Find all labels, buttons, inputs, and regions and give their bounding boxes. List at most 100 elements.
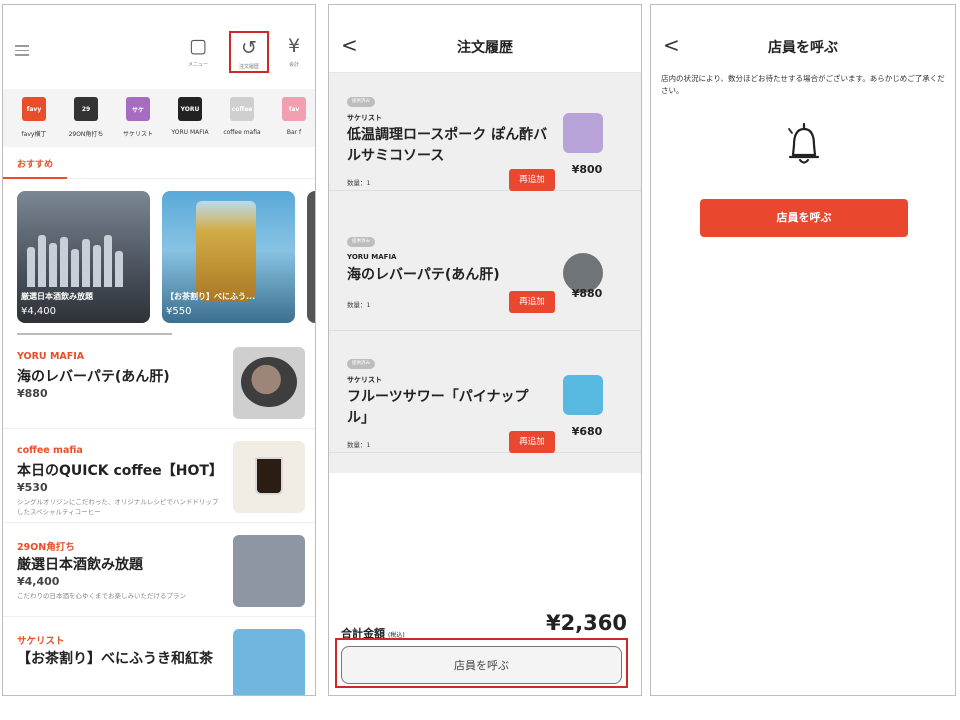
call-staff-highlight: 店員を呼ぶ xyxy=(335,638,628,688)
list-item[interactable]: 29ON角打ち 厳選日本酒飲み放題 ¥4,400 こだわりの日本酒を心ゆくまでお… xyxy=(3,523,315,617)
hamburger-icon[interactable] xyxy=(15,45,29,56)
call-staff-screen: < 店員を呼ぶ 店内の状況により、数分ほどお待たせする場合がございます。あらかじ… xyxy=(650,4,956,696)
shop-tab-label: coffee mafia xyxy=(223,129,261,136)
order-history-nav-label: 注文履歴 xyxy=(238,64,259,70)
shop-tab[interactable]: favy favy横丁 xyxy=(5,97,63,138)
order-item-name: 低温調理ロースポーク ぽん酢バルサミコソース xyxy=(347,127,548,164)
item-description: シングルオリジンにこだわった、オリジナルレシピでハンドドリップしたスペシャルティ… xyxy=(17,498,219,516)
order-shop-name: サケリスト xyxy=(347,114,382,122)
shop-selector: favy favy横丁 29 29ON角打ち サケ サケリスト YORU YORU MAFIA… xyxy=(3,89,315,147)
re-add-button[interactable]: 再追加 xyxy=(509,291,555,313)
order-quantity: 数量：1 xyxy=(347,441,371,449)
carousel-card-partial[interactable] xyxy=(307,191,315,323)
order-item-name: 海のレバーパテ(あん肝) xyxy=(347,267,500,283)
shop-tab[interactable]: coffee coffee mafia xyxy=(213,97,271,136)
menu-nav-label: メニュー xyxy=(187,62,208,68)
shop-tab[interactable]: YORU YORU MAFIA xyxy=(161,97,219,136)
item-shop-name: サケリスト xyxy=(17,636,65,647)
order-price: ¥680 xyxy=(571,425,603,438)
order-row: 提供済み YORU MAFIA 海のレバーパテ(あん肝) 数量：1 再追加 ¥8… xyxy=(329,213,641,331)
order-history-screen: < 注文履歴 提供済み サケリスト 低温調理ロースポーク ぽん酢バルサミコソース… xyxy=(328,4,642,696)
featured-carousel[interactable]: 厳選日本酒飲み放題 ¥4,400 【お茶割り】べにふう... ¥550 xyxy=(3,191,315,335)
list-item[interactable]: サケリスト 【お茶割り】べにふうき和紅茶 xyxy=(3,617,315,695)
product-list: YORU MAFIA 海のレバーパテ(あん肝) ¥880 coffee mafi… xyxy=(3,335,315,695)
item-name: 本日のQUICK coffee【HOT】 xyxy=(17,463,223,479)
carousel-card[interactable]: 【お茶割り】べにふう... ¥550 xyxy=(162,191,295,323)
order-history-nav-button[interactable]: ↺ 注文履歴 xyxy=(229,31,269,73)
yen-icon: ¥ xyxy=(287,35,301,57)
order-row: 提供済み サケリスト 低温調理ロースポーク ぽん酢バルサミコソース 数量：1 再… xyxy=(329,73,641,191)
order-row: 提供済み サケリスト フルーツサワー「パイナップル」 数量：1 再追加 ¥680 xyxy=(329,335,641,453)
re-add-button[interactable]: 再追加 xyxy=(509,169,555,191)
order-price: ¥800 xyxy=(571,163,603,176)
top-header: ▢ メニュー ↺ 注文履歴 ¥ 会計 xyxy=(3,5,315,73)
order-thumbnail xyxy=(563,113,603,153)
shop-logo: coffee xyxy=(230,97,254,121)
status-badge: 提供済み xyxy=(347,237,375,247)
wait-notice: 店内の状況により、数分ほどお待たせする場合がございます。あらかじめご了承ください… xyxy=(661,74,945,95)
order-list: 提供済み サケリスト 低温調理ロースポーク ぽん酢バルサミコソース 数量：1 再… xyxy=(329,73,641,473)
carousel-card-title: 厳選日本酒飲み放題 xyxy=(21,292,93,301)
item-price: ¥4,400 xyxy=(17,575,60,588)
item-thumbnail xyxy=(233,441,305,513)
list-item[interactable]: coffee mafia 本日のQUICK coffee【HOT】 ¥530 シ… xyxy=(3,429,315,523)
total-value: ¥2,360 xyxy=(545,611,627,635)
shop-tab-label: favy横丁 xyxy=(21,131,47,138)
shop-tab[interactable]: サケ サケリスト xyxy=(109,97,167,138)
page-title: 店員を呼ぶ xyxy=(768,40,838,56)
call-staff-confirm-button[interactable]: 店員を呼ぶ xyxy=(700,199,908,237)
shop-logo: fav xyxy=(282,97,306,121)
shop-tab[interactable]: fav Bar f xyxy=(265,97,315,136)
order-thumbnail xyxy=(563,375,603,415)
re-add-button[interactable]: 再追加 xyxy=(509,431,555,453)
item-shop-name: 29ON角打ち xyxy=(17,542,75,553)
status-badge: 提供済み xyxy=(347,97,375,107)
tab-recommended[interactable]: おすすめ xyxy=(3,147,315,179)
item-shop-name: coffee mafia xyxy=(17,445,83,456)
tab-underline xyxy=(3,177,67,179)
bill-nav-label: 会計 xyxy=(288,62,299,68)
shop-tab-label: 29ON角打ち xyxy=(68,131,104,138)
item-thumbnail xyxy=(233,535,305,607)
status-badge: 提供済み xyxy=(347,359,375,369)
call-staff-button[interactable]: 店員を呼ぶ xyxy=(341,646,622,684)
shop-logo: YORU xyxy=(178,97,202,121)
shop-logo: 29 xyxy=(74,97,98,121)
menu-screen: ▢ メニュー ↺ 注文履歴 ¥ 会計 favy favy横丁 29 29ON角打ち サケ… xyxy=(2,4,316,696)
carousel-card[interactable]: 厳選日本酒飲み放題 ¥4,400 xyxy=(17,191,150,323)
carousel-card-price: ¥550 xyxy=(166,306,192,317)
total-amount: 合計金額 (税込) ¥2,360 xyxy=(329,611,641,641)
bell-icon xyxy=(788,122,820,164)
item-description: こだわりの日本酒を心ゆくまでお楽しみいただけるプラン xyxy=(17,592,186,600)
shop-tab-label: サケリスト xyxy=(122,131,153,138)
menu-nav-button[interactable]: ▢ メニュー xyxy=(178,31,218,73)
list-item[interactable]: YORU MAFIA 海のレバーパテ(あん肝) ¥880 xyxy=(3,335,315,429)
item-price: ¥880 xyxy=(17,387,48,400)
item-thumbnail xyxy=(233,629,305,695)
shop-logo: favy xyxy=(22,97,46,121)
call-staff-header: < 店員を呼ぶ xyxy=(651,5,955,73)
bill-nav-button[interactable]: ¥ 会計 xyxy=(274,31,314,73)
sake-bottles-image xyxy=(27,235,139,287)
history-clock-icon: ↺ xyxy=(241,37,257,59)
carousel-card-title: 【お茶割り】べにふう... xyxy=(166,292,256,301)
item-name: 厳選日本酒飲み放題 xyxy=(17,557,143,573)
order-price: ¥880 xyxy=(571,287,603,300)
tab-recommended-label: おすすめ xyxy=(17,160,54,170)
item-shop-name: YORU MAFIA xyxy=(17,351,85,362)
page-title: 注文履歴 xyxy=(457,40,513,56)
item-thumbnail xyxy=(233,347,305,419)
order-shop-name: YORU MAFIA xyxy=(347,253,397,261)
order-quantity: 数量：1 xyxy=(347,179,371,187)
item-name: 【お茶割り】べにふうき和紅茶 xyxy=(17,651,213,667)
order-quantity: 数量：1 xyxy=(347,301,371,309)
menu-icon: ▢ xyxy=(189,35,207,57)
shop-tab-label: YORU MAFIA xyxy=(171,129,209,136)
shop-tab[interactable]: 29 29ON角打ち xyxy=(57,97,115,138)
order-item-name: フルーツサワー「パイナップル」 xyxy=(347,389,529,426)
shop-logo: サケ xyxy=(126,97,150,121)
item-name: 海のレバーパテ(あん肝) xyxy=(17,369,170,385)
tea-glass-image xyxy=(196,201,256,301)
history-header: < 注文履歴 xyxy=(329,5,641,73)
order-shop-name: サケリスト xyxy=(347,376,382,384)
